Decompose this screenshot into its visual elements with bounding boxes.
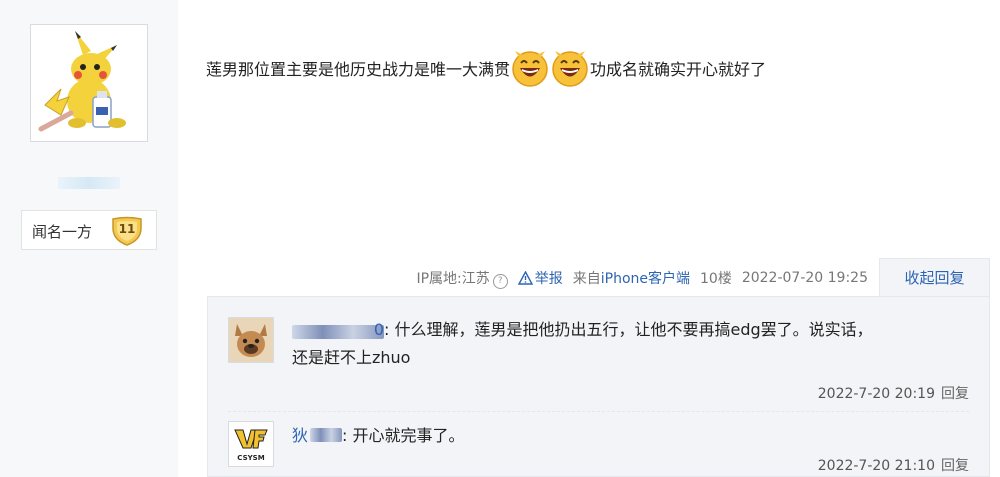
report-link[interactable]: 举报 bbox=[517, 268, 563, 288]
level-badge-box[interactable]: 闻名一方 11 bbox=[21, 210, 157, 250]
author-column: 闻名一方 11 bbox=[0, 0, 178, 477]
reply-button[interactable]: 回复 bbox=[941, 386, 969, 402]
reply-text: 狄 : 开心就完事了。 bbox=[292, 422, 972, 450]
reply-text-line-1: : 开心就完事了。 bbox=[342, 426, 465, 445]
reply-time: 2022-7-20 21:10 bbox=[817, 458, 935, 474]
post-text-part-1: 莲男那位置主要是他历史战力是唯一大满贯 bbox=[206, 60, 511, 79]
author-avatar[interactable] bbox=[30, 24, 148, 142]
csysm-logo-text: CSYSM bbox=[237, 454, 265, 462]
warning-icon bbox=[517, 271, 533, 285]
post-datetime: 2022-07-20 19:25 bbox=[741, 270, 868, 287]
post-text-part-2: 功成名就确实开心就好了 bbox=[590, 60, 767, 79]
laughing-face-emoji-icon bbox=[511, 49, 549, 87]
reply-text-line-1: : 什么理解，莲男是把他扔出五行，让他不要再搞edg罢了。说实话， bbox=[384, 320, 873, 339]
help-icon[interactable]: ? bbox=[492, 273, 508, 289]
laughing-face-emoji-icon bbox=[551, 49, 589, 87]
pikachu-avatar-image bbox=[31, 25, 147, 141]
reply-list: 0: 什么理解，莲男是把他扔出五行，让他不要再搞edg罢了。说实话， 还是赶不上… bbox=[207, 296, 990, 477]
reply-button[interactable]: 回复 bbox=[941, 458, 969, 474]
level-name: 闻名一方 bbox=[32, 223, 93, 241]
collapse-label: 收起回复 bbox=[904, 269, 965, 287]
ip-location: IP属地:江苏? bbox=[416, 268, 508, 289]
reply-divider bbox=[228, 411, 969, 412]
level-shield-icon: 11 bbox=[110, 216, 144, 246]
reply-avatar-dog[interactable] bbox=[228, 317, 274, 363]
client-link[interactable]: iPhone客户端 bbox=[601, 271, 690, 287]
level-number: 11 bbox=[118, 222, 136, 236]
reply-username-blurred[interactable] bbox=[310, 428, 343, 442]
reply-timestamp-row: 2022-7-20 20:19 回复 bbox=[818, 383, 969, 403]
reply-time: 2022-7-20 20:19 bbox=[817, 386, 935, 402]
client-source: 来自iPhone客户端 bbox=[573, 268, 690, 288]
ip-location-text: IP属地:江苏 bbox=[416, 271, 490, 287]
author-username[interactable] bbox=[58, 177, 120, 189]
reply-timestamp-row: 2022-7-20 21:10 回复 bbox=[818, 455, 969, 475]
french-bulldog-avatar-image bbox=[229, 318, 273, 362]
post-content: 莲男那位置主要是他历史战力是唯一大满贯 功成名就确实开心就好了 bbox=[206, 49, 766, 87]
reply-username-suffix[interactable]: 0 bbox=[292, 316, 384, 344]
report-label: 举报 bbox=[534, 271, 563, 288]
reply-username-prefix[interactable]: 狄 bbox=[292, 426, 308, 445]
client-prefix: 来自 bbox=[572, 271, 601, 288]
reply-text-line-2: 还是赶不上zhuo bbox=[292, 348, 411, 367]
post-meta: IP属地:江苏? 举报 来自iPhone客户端 10楼 2022-07-20 1… bbox=[416, 268, 868, 289]
collapse-replies-button[interactable]: 收起回复 bbox=[879, 258, 990, 296]
reply-text: 0: 什么理解，莲男是把他扔出五行，让他不要再搞edg罢了。说实话， 还是赶不上… bbox=[292, 316, 972, 372]
floor-number: 10楼 bbox=[700, 271, 732, 288]
reply-avatar-csysm[interactable]: CSYSM bbox=[228, 421, 274, 467]
